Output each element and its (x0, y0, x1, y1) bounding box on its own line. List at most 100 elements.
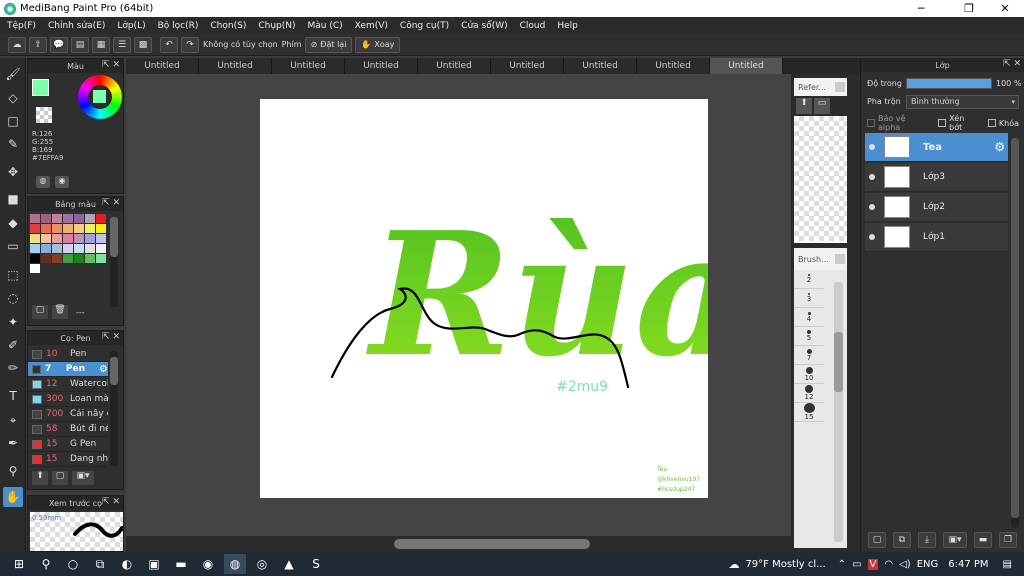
brush-size-option[interactable]: 5 (794, 327, 824, 346)
horizontal-scroll-thumb[interactable] (394, 539, 590, 549)
layer-item-lop1[interactable]: Lớp1 (865, 223, 1008, 252)
select-rect-tool-icon[interactable]: ⬚ (3, 265, 23, 285)
palette-swatch[interactable] (85, 244, 95, 253)
magic-wand-icon[interactable]: ✦ (3, 312, 23, 332)
visibility-icon[interactable] (869, 144, 875, 150)
battery-icon[interactable]: ▭ (852, 559, 861, 570)
store-icon[interactable]: ▣ (143, 554, 165, 574)
palette-swatch[interactable] (41, 244, 51, 253)
select-pen-icon[interactable]: ✐ (3, 335, 23, 355)
tab-untitled[interactable]: Untitled (199, 58, 272, 74)
opacity-slider[interactable] (906, 78, 992, 89)
task-view-icon[interactable]: ⧉ (89, 554, 111, 574)
horizontal-scrollbar[interactable] (126, 536, 791, 552)
text-tool-icon[interactable]: T (3, 386, 23, 406)
panel-close-icon[interactable]: ⇱ ✕ (1003, 59, 1021, 69)
panel-close-icon[interactable] (835, 254, 845, 264)
brush-item[interactable]: 300 Loan màu (28, 392, 108, 407)
folder-icon[interactable]: ▬ (974, 532, 992, 548)
menu-cloud[interactable]: Cloud (520, 21, 546, 31)
tab-untitled[interactable]: Untitled (491, 58, 564, 74)
brush-scrollbar[interactable] (110, 351, 118, 466)
dropper-tool-icon[interactable]: ✒ (3, 433, 23, 453)
menu-window[interactable]: Cửa sổ(W) (461, 21, 507, 31)
comment-icon[interactable]: 💬 (50, 36, 68, 53)
volume-icon[interactable]: ◁) (899, 559, 911, 570)
palette-swatch[interactable] (52, 234, 62, 243)
palette-swatch[interactable] (41, 254, 51, 263)
move-tool-icon[interactable]: ✥ (3, 162, 23, 182)
undo-button[interactable]: ↶ (160, 36, 178, 53)
notification-icon[interactable]: ▤ (1003, 559, 1012, 570)
close-button[interactable]: ✕ (988, 0, 1022, 17)
weather-text[interactable]: 79°F Mostly cl... (745, 559, 825, 570)
visibility-icon[interactable] (869, 234, 875, 240)
palette-swatch[interactable] (85, 224, 95, 233)
new-layer-icon[interactable]: ▢ (868, 532, 886, 548)
brush-size-option[interactable]: 12 (794, 384, 824, 403)
canvas-area[interactable]: Rùa #2mu9 Tea @khvenvu197 #hcsdup247 (126, 74, 791, 536)
brush-size-option[interactable]: 10 (794, 365, 824, 384)
brush-size-option[interactable]: 7 (794, 346, 824, 365)
primary-color-swatch[interactable] (32, 79, 49, 96)
menu-edit[interactable]: Chỉnh sửa(E) (48, 21, 105, 31)
lock-checkbox[interactable] (987, 119, 996, 127)
brush-item[interactable]: 15 Dang nhưng (28, 452, 108, 467)
clip-checkbox[interactable] (938, 119, 947, 127)
messenger-icon[interactable]: ◎ (251, 554, 273, 574)
gear-icon[interactable]: ⚙ (994, 140, 1005, 154)
minimize-button[interactable]: ─ (904, 0, 938, 17)
cortana-icon[interactable]: ○ (62, 554, 84, 574)
palette-icon[interactable]: ◍ (36, 176, 50, 188)
divide-tool-icon[interactable]: ⌖ (3, 410, 23, 430)
message-icon[interactable]: ▤ (71, 36, 89, 53)
add-layer-menu-icon[interactable]: ▣▾ (943, 532, 967, 548)
language-indicator[interactable]: ENG (917, 559, 939, 570)
bucket-icon[interactable]: ◉ (55, 176, 69, 188)
palette-swatch[interactable] (96, 214, 106, 223)
palette-swatch[interactable] (96, 234, 106, 243)
photos-icon[interactable]: ▲ (278, 554, 300, 574)
palette-swatch[interactable] (85, 234, 95, 243)
chevron-up-icon[interactable]: ⌃ (838, 559, 846, 570)
palette-swatch[interactable] (74, 214, 84, 223)
copy-brush-icon[interactable]: ▢ (52, 471, 68, 485)
tab-untitled[interactable]: Untitled (126, 58, 199, 74)
brush-size-scrollbar[interactable] (834, 282, 843, 542)
cloud-icon[interactable]: ☁ (8, 36, 26, 53)
drawing-canvas[interactable]: Rùa #2mu9 Tea @khvenvu197 #hcsdup247 (260, 99, 708, 498)
palette-swatch[interactable] (63, 234, 73, 243)
redo-button[interactable]: ↷ (181, 36, 199, 53)
palette-swatch[interactable] (30, 214, 40, 223)
menu-color[interactable]: Màu (C) (308, 21, 343, 31)
panel-close-icon[interactable] (835, 82, 845, 92)
palette-swatch[interactable] (41, 224, 51, 233)
search-icon[interactable]: ⚲ (35, 554, 57, 574)
palette-scrollbar[interactable] (110, 217, 118, 307)
palette-swatch[interactable] (63, 244, 73, 253)
tab-untitled[interactable]: Untitled (637, 58, 710, 74)
visibility-icon[interactable] (869, 174, 875, 180)
palette-swatch[interactable] (30, 234, 40, 243)
add-swatch-icon[interactable]: ▢ (32, 305, 48, 319)
color-wheel[interactable] (78, 75, 122, 119)
tab-untitled[interactable]: Untitled (345, 58, 418, 74)
brush-item[interactable]: 12 Watercolor (28, 377, 108, 392)
palette-swatch[interactable] (41, 214, 51, 223)
chrome-icon[interactable]: ◉ (197, 554, 219, 574)
palette-swatch[interactable] (63, 254, 73, 263)
blend-mode-select[interactable]: Bình thường ▾ (906, 95, 1019, 109)
brush-tool-icon[interactable]: 🖌 (3, 64, 23, 84)
palette-swatch[interactable] (52, 224, 62, 233)
gradient-tool-icon[interactable]: ▭ (3, 236, 23, 256)
tab-untitled[interactable]: Untitled (564, 58, 637, 74)
select-eraser-icon[interactable]: ✏ (3, 358, 23, 378)
layer-item-lop2[interactable]: Lớp2 (865, 193, 1008, 222)
share-icon[interactable]: ⇪ (29, 36, 47, 53)
fill-rect-tool-icon[interactable]: ■ (3, 189, 23, 209)
clock[interactable]: 6:47 PM (948, 559, 988, 570)
tab-untitled[interactable]: Untitled (418, 58, 491, 74)
palette-swatch[interactable] (96, 244, 106, 253)
list-icon[interactable]: ☰ (113, 36, 131, 53)
palette-swatch[interactable] (96, 224, 106, 233)
